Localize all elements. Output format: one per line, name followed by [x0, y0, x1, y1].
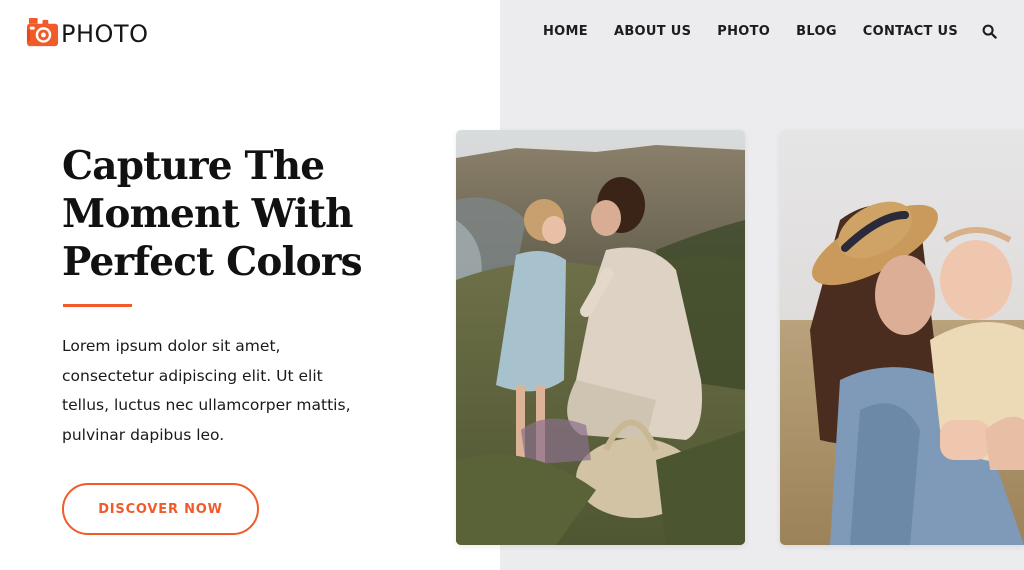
- logo-text: PHOTO: [61, 19, 149, 48]
- nav-blog[interactable]: BLOG: [796, 24, 837, 39]
- hero-divider: [63, 304, 132, 307]
- nav-contact-us[interactable]: CONTACT US: [863, 24, 958, 39]
- main-nav: HOME ABOUT US PHOTO BLOG CONTACT US: [543, 22, 997, 40]
- discover-now-button[interactable]: DISCOVER NOW: [62, 483, 259, 535]
- hero-photo-mother-baby: [780, 130, 1024, 545]
- hero-photo-mother-daughter: [456, 130, 745, 545]
- site-logo[interactable]: PHOTO: [26, 15, 148, 49]
- search-icon[interactable]: [982, 24, 997, 39]
- nav-about-us[interactable]: ABOUT US: [614, 24, 691, 39]
- hero-description: Lorem ipsum dolor sit amet, consectetur …: [62, 337, 351, 444]
- nav-home[interactable]: HOME: [543, 24, 588, 39]
- nav-photo[interactable]: PHOTO: [717, 24, 770, 39]
- hero-title: Capture The Moment With Perfect Colors: [62, 143, 363, 285]
- camera-icon: [26, 17, 59, 46]
